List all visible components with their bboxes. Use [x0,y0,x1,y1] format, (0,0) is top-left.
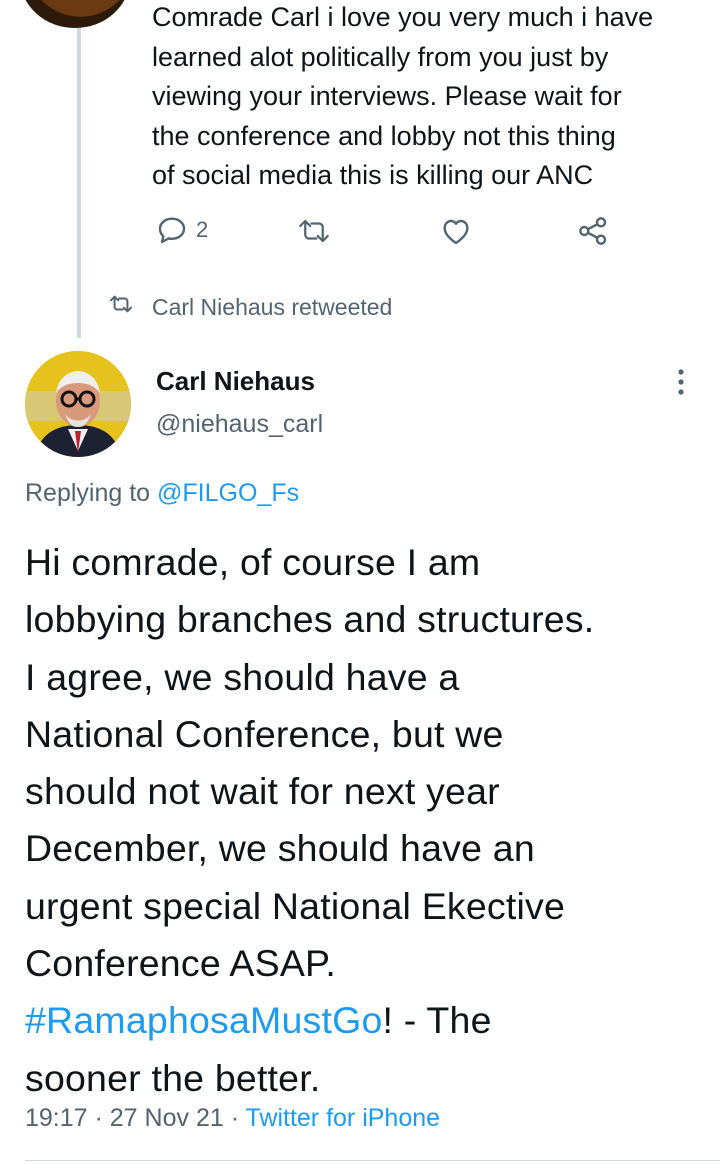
share-icon [577,214,609,248]
tweet-date[interactable]: 27 Nov 21 [110,1104,224,1132]
meta-separator: · [223,1104,246,1132]
replying-prefix: Replying to [25,479,158,507]
tweet-text-main: Hi comrade, of course I am lobbying bran… [25,541,595,985]
retweet-notice-label: Carl Niehaus retweeted [152,293,393,320]
replying-mention-link[interactable]: @FILGO_Fs [157,479,299,507]
reply-button[interactable]: 2 [156,214,208,246]
reply-icon [156,214,188,246]
divider [25,1160,720,1161]
retweet-icon [108,293,152,321]
author-name[interactable]: Carl Niehaus [156,366,315,397]
tweet-time[interactable]: 19:17 [25,1104,88,1132]
retweet-icon [296,216,332,246]
reply-count: 2 [196,217,209,242]
replying-to: Replying to @FILGO_Fs [25,479,299,508]
meta-separator: · [87,1104,110,1132]
author-handle[interactable]: @niehaus_carl [156,410,323,439]
more-options-icon[interactable] [676,368,686,403]
tweet-text: Hi comrade, of course I am lobbying bran… [25,534,715,1107]
like-icon [440,216,472,246]
thread-connector-line [77,0,81,338]
tweet-source-link[interactable]: Twitter for iPhone [246,1104,441,1132]
hashtag-link[interactable]: #RamaphosaMustGo [25,999,383,1041]
avatar[interactable] [25,351,131,457]
retweet-notice[interactable]: Carl Niehaus retweeted [108,293,392,321]
like-button[interactable] [440,216,472,246]
previous-author-avatar[interactable] [20,0,130,28]
tweet-metadata: 19:17 · 27 Nov 21 · Twitter for iPhone [25,1104,440,1133]
retweet-button[interactable] [296,216,332,246]
previous-tweet-text: Comrade Carl i love you very much i have… [152,2,654,190]
share-button[interactable] [577,214,609,248]
